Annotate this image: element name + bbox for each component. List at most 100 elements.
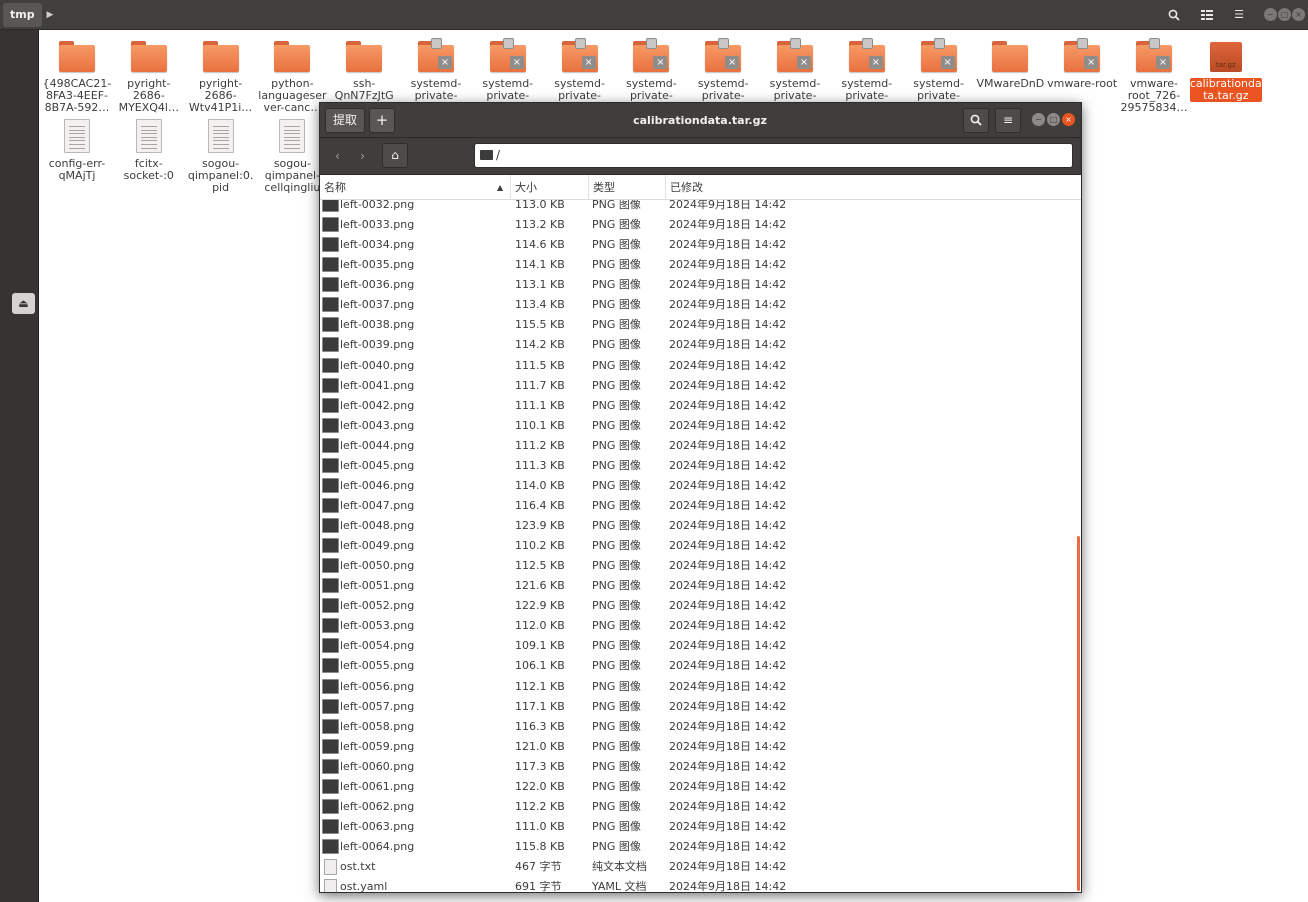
folder-icon (273, 38, 311, 76)
file-type: PNG 图像 (592, 458, 641, 472)
location-field[interactable]: / (474, 143, 1073, 168)
search-icon[interactable] (1160, 3, 1188, 27)
table-row[interactable]: left-0034.png 114.6 KB PNG 图像 2024年9月18日 14… (320, 235, 1081, 255)
desktop-file-item[interactable]: tar.gz calibrationdata.tar.gz (1189, 38, 1262, 102)
table-row[interactable]: left-0036.png 113.1 KB PNG 图像 2024年9月18日 14… (320, 275, 1081, 295)
extract-button[interactable]: 提取 (325, 108, 366, 133)
table-row[interactable]: left-0060.png 117.3 KB PNG 图像 2024年9月18日 14… (320, 757, 1081, 777)
column-modified[interactable]: 已修改 (666, 175, 1081, 200)
table-row[interactable]: left-0056.png 112.1 KB PNG 图像 2024年9月18日 14… (320, 677, 1081, 697)
column-size[interactable]: 大小 (511, 175, 589, 200)
table-row[interactable]: left-0058.png 116.3 KB PNG 图像 2024年9月18日 14… (320, 717, 1081, 737)
table-row[interactable]: left-0033.png 113.2 KB PNG 图像 2024年9月18日 14… (320, 215, 1081, 235)
path-forward-arrow-icon[interactable]: ▶ (42, 3, 58, 27)
file-name: left-0033.png (340, 218, 415, 232)
table-row[interactable]: left-0044.png 111.2 KB PNG 图像 2024年9月18日 14… (320, 436, 1081, 456)
file-modified: 2024年9月18日 14:42 (669, 819, 787, 833)
table-row[interactable]: left-0048.png 123.9 KB PNG 图像 2024年9月18日 14… (320, 516, 1081, 536)
back-icon[interactable]: ‹ (325, 144, 350, 168)
archive-minimize-icon[interactable]: − (1032, 113, 1045, 126)
desktop-file-label: systemd-private- (913, 77, 964, 102)
desktop-file-item[interactable]: {498CAC21-8FA3-4EEF-8B7A-592… (41, 38, 113, 114)
desktop-file-item[interactable]: × vmware-root_726-29575834… (1118, 38, 1190, 114)
desktop-file-item[interactable]: config-err-qMAjTj (41, 118, 113, 182)
table-row[interactable]: left-0045.png 111.3 KB PNG 图像 2024年9月18日 14… (320, 456, 1081, 476)
desktop-file-item[interactable]: × systemd-private- (400, 38, 472, 102)
desktop-file-item[interactable]: × systemd-private- (544, 38, 616, 102)
table-row[interactable]: left-0049.png 110.2 KB PNG 图像 2024年9月18日 14… (320, 536, 1081, 556)
table-row[interactable]: left-0063.png 111.0 KB PNG 图像 2024年9月18日 14… (320, 817, 1081, 837)
table-row[interactable]: left-0055.png 106.1 KB PNG 图像 2024年9月18日 14… (320, 656, 1081, 676)
maximize-icon[interactable]: □ (1278, 8, 1291, 21)
desktop-file-item[interactable]: × systemd-private- (831, 38, 903, 102)
desktop-file-item[interactable]: VMwareDnD (974, 38, 1046, 90)
desktop-file-item[interactable]: pyright-2686-MYEXQ4l… (113, 38, 185, 114)
locked-folder-icon: × (920, 38, 958, 76)
archive-badge-label: tar.gz (1215, 61, 1236, 69)
file-type: PNG 图像 (592, 378, 641, 392)
desktop-file-item[interactable]: × systemd-private- (687, 38, 759, 102)
scrollbar[interactable] (1077, 536, 1080, 891)
table-row[interactable]: left-0040.png 111.5 KB PNG 图像 2024年9月18日 14… (320, 356, 1081, 376)
desktop-file-item[interactable]: sogou-qimpanel:0.pid (185, 118, 257, 194)
table-row[interactable]: left-0032.png 113.0 KB PNG 图像 2024年9月18日 14… (320, 200, 1081, 215)
table-row[interactable]: left-0054.png 109.1 KB PNG 图像 2024年9月18日 14… (320, 636, 1081, 656)
sort-ascending-icon[interactable]: ▲ (497, 175, 503, 200)
desktop-file-item[interactable]: python-languageserver-canc… (256, 38, 328, 114)
forward-icon[interactable]: › (350, 144, 375, 168)
table-row[interactable]: ost.txt 467 字节 纯文本文档 2024年9月18日 14:42 (320, 857, 1081, 877)
archive-menu-icon[interactable]: ≡ (995, 108, 1021, 133)
table-row[interactable]: left-0043.png 110.1 KB PNG 图像 2024年9月18日 14… (320, 416, 1081, 436)
table-row[interactable]: left-0039.png 114.2 KB PNG 图像 2024年9月18日 14… (320, 335, 1081, 355)
close-icon[interactable]: × (1292, 8, 1305, 21)
file-size: 113.2 KB (515, 218, 565, 232)
desktop-file-item[interactable]: ssh-QnN7FzJtG (328, 38, 400, 102)
column-name[interactable]: 名称 (320, 175, 511, 200)
file-size: 116.4 KB (515, 498, 565, 512)
desktop-file-item[interactable]: × systemd-private- (472, 38, 544, 102)
table-row[interactable]: ost.yaml 691 字节 YAML 文档 2024年9月18日 14:42 (320, 877, 1081, 892)
table-row[interactable]: left-0057.png 117.1 KB PNG 图像 2024年9月18日 14… (320, 697, 1081, 717)
text-file-icon (322, 859, 339, 876)
table-row[interactable]: left-0059.png 121.0 KB PNG 图像 2024年9月18日 14… (320, 737, 1081, 757)
locked-folder-icon: × (632, 38, 670, 76)
table-row[interactable]: left-0051.png 121.6 KB PNG 图像 2024年9月18日 14… (320, 576, 1081, 596)
table-row[interactable]: left-0041.png 111.7 KB PNG 图像 2024年9月18日 14… (320, 376, 1081, 396)
desktop-file-label: python-languageserver-canc… (258, 77, 327, 114)
menu-icon[interactable]: ☰ (1225, 3, 1253, 27)
desktop-file-label: ssh-QnN7FzJtG (334, 77, 394, 102)
desktop-file-item[interactable]: × systemd-private- (615, 38, 687, 102)
file-modified: 2024年9月18日 14:42 (669, 458, 787, 472)
table-row[interactable]: left-0038.png 115.5 KB PNG 图像 2024年9月18日 14… (320, 315, 1081, 335)
file-type: YAML 文档 (592, 880, 647, 892)
table-row[interactable]: left-0064.png 115.8 KB PNG 图像 2024年9月18日 14… (320, 837, 1081, 857)
archive-maximize-icon[interactable]: □ (1047, 113, 1060, 126)
minimize-icon[interactable]: − (1264, 8, 1277, 21)
table-row[interactable]: left-0053.png 112.0 KB PNG 图像 2024年9月18日 14… (320, 616, 1081, 636)
table-row[interactable]: left-0042.png 111.1 KB PNG 图像 2024年9月18日 14… (320, 396, 1081, 416)
table-row[interactable]: left-0047.png 116.4 KB PNG 图像 2024年9月18日 14… (320, 496, 1081, 516)
table-row[interactable]: left-0050.png 112.5 KB PNG 图像 2024年9月18日 14… (320, 556, 1081, 576)
desktop-file-item[interactable]: × systemd-private- (903, 38, 975, 102)
table-row[interactable]: left-0062.png 112.2 KB PNG 图像 2024年9月18日 14… (320, 797, 1081, 817)
archive-search-icon[interactable] (963, 108, 989, 133)
table-row[interactable]: left-0061.png 122.0 KB PNG 图像 2024年9月18日 14… (320, 777, 1081, 797)
archive-close-icon[interactable]: × (1062, 113, 1075, 126)
table-row[interactable]: left-0046.png 114.0 KB PNG 图像 2024年9月18日 14… (320, 476, 1081, 496)
desktop-file-item[interactable]: × vmware-root (1046, 38, 1118, 90)
desktop-file-label: fcitx-socket-:0 (123, 157, 174, 182)
table-row[interactable]: left-0037.png 113.4 KB PNG 图像 2024年9月18日 14… (320, 295, 1081, 315)
eject-icon[interactable]: ⏏ (12, 293, 35, 314)
add-files-button[interactable]: + (369, 108, 395, 133)
column-type[interactable]: 类型 (589, 175, 666, 200)
table-row[interactable]: left-0052.png 122.9 KB PNG 图像 2024年9月18日 14… (320, 596, 1081, 616)
desktop-file-item[interactable]: × systemd-private- (759, 38, 831, 102)
desktop-file-item[interactable]: sogou-qimpanel-cellqingliu (256, 118, 328, 194)
desktop-file-item[interactable]: fcitx-socket-:0 (113, 118, 185, 182)
locked-folder-icon: × (1135, 38, 1173, 76)
view-toggle-icon[interactable] (1193, 3, 1221, 27)
path-button-tmp[interactable]: tmp (3, 3, 42, 27)
home-icon[interactable]: ⌂ (382, 143, 408, 168)
table-row[interactable]: left-0035.png 114.1 KB PNG 图像 2024年9月18日 14… (320, 255, 1081, 275)
desktop-file-item[interactable]: pyright-2686-Wtv41P1i… (185, 38, 257, 114)
